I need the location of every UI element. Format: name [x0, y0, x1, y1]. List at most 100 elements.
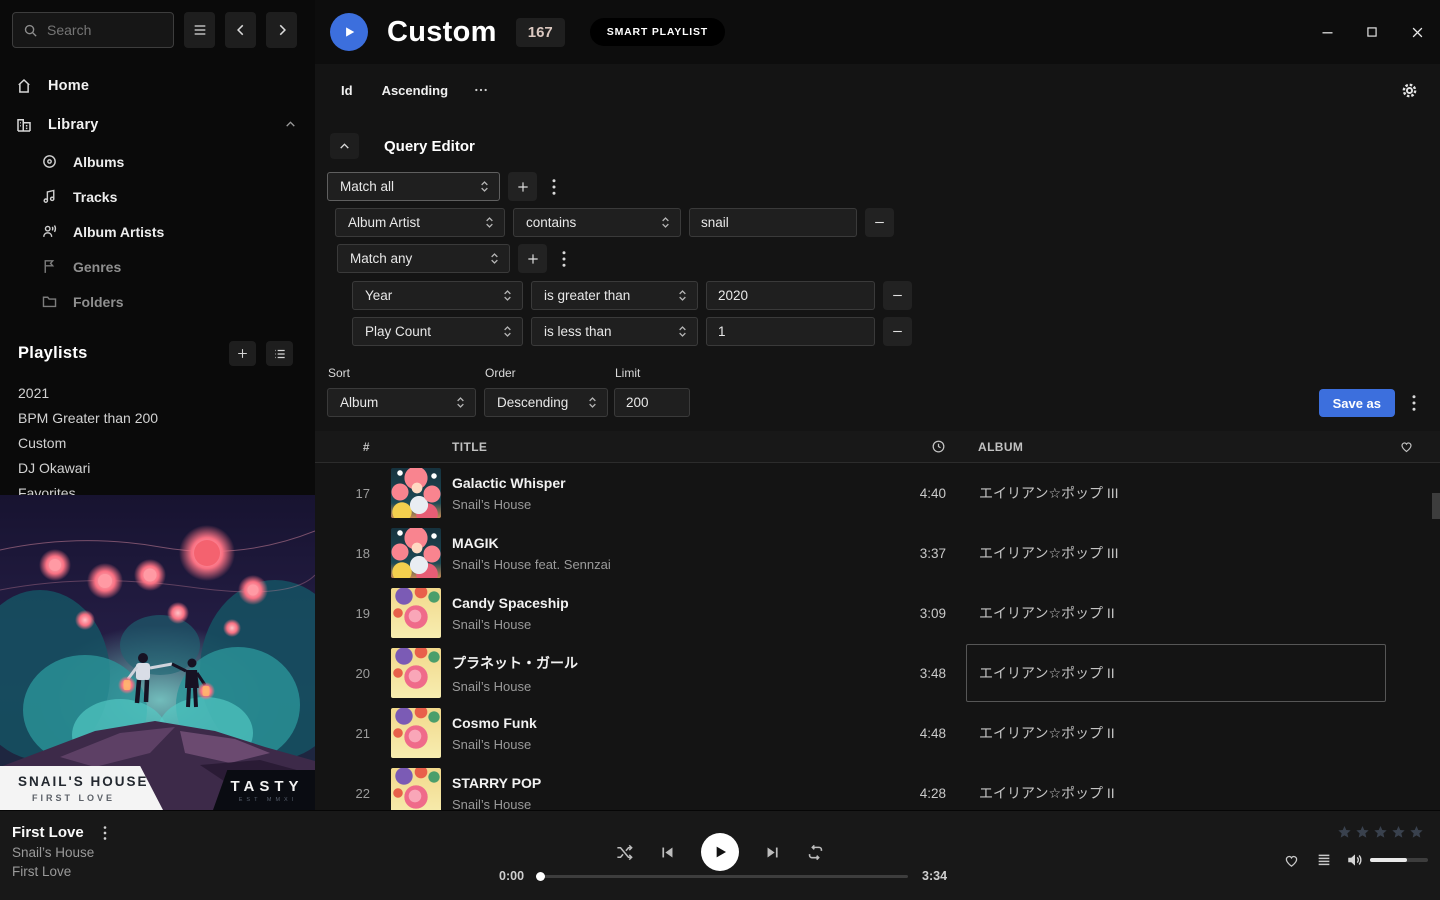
track-album[interactable]: エイリアン☆ポップ II [966, 584, 1386, 642]
rule-operator-select[interactable]: is greater than [531, 281, 698, 310]
save-options-button[interactable] [1405, 388, 1423, 417]
track-artist: Snail’s House [452, 617, 876, 632]
more-options-button[interactable] [473, 82, 489, 98]
playlist-list-button[interactable] [266, 341, 293, 366]
star-icon[interactable] [1336, 824, 1353, 841]
minimize-button[interactable] [1319, 24, 1335, 40]
sidebar-item-album-artists[interactable]: Album Artists [0, 214, 315, 249]
track-row[interactable]: 19 Candy SpaceshipSnail’s House 3:09 エイリ… [315, 583, 1440, 643]
now-playing-options-button[interactable] [96, 825, 114, 841]
query-order-select[interactable]: Descending [484, 388, 608, 417]
remove-rule-button[interactable] [883, 281, 912, 310]
track-album[interactable]: エイリアン☆ポップ III [966, 524, 1386, 582]
repeat-button[interactable] [806, 843, 825, 862]
remove-rule-button[interactable] [883, 317, 912, 346]
track-row[interactable]: 18 MAGIKSnail’s House feat. Sennzai 3:37… [315, 523, 1440, 583]
nav-back-button[interactable] [225, 12, 256, 48]
volume-button[interactable] [1346, 851, 1364, 869]
group-options-button[interactable] [555, 244, 573, 273]
nav-forward-button[interactable] [266, 12, 297, 48]
track-album[interactable]: エイリアン☆ポップ II [966, 764, 1386, 814]
star-icon[interactable] [1354, 824, 1371, 841]
rule-value-input[interactable] [706, 281, 875, 310]
column-favorite[interactable] [1386, 439, 1426, 454]
track-album-focused[interactable]: エイリアン☆ポップ II [966, 644, 1386, 702]
match-select[interactable]: Match all [327, 172, 500, 201]
add-rule-button[interactable] [518, 244, 547, 273]
favorite-button[interactable] [1283, 852, 1300, 869]
track-album[interactable]: エイリアン☆ポップ III [966, 464, 1386, 522]
match-select[interactable]: Match any [337, 244, 510, 273]
sidebar-item-albums[interactable]: Albums [0, 144, 315, 179]
time-elapsed: 0:00 [499, 869, 524, 883]
rule-operator-select[interactable]: is less than [531, 317, 698, 346]
sidebar-item-home[interactable]: Home [0, 66, 315, 105]
collapse-query-editor-button[interactable] [330, 133, 359, 159]
rule-field-select[interactable]: Album Artist [335, 208, 505, 237]
play-playlist-button[interactable] [330, 13, 368, 51]
volume-fill [1370, 858, 1407, 862]
sort-field-button[interactable]: Id [341, 83, 353, 98]
seek-thumb[interactable] [536, 872, 545, 881]
select-updown-icon [485, 216, 494, 229]
shuffle-button[interactable] [615, 843, 634, 862]
track-album-art [391, 468, 441, 518]
sidebar-item-library[interactable]: Library [0, 105, 315, 144]
rule-operator-select[interactable]: contains [513, 208, 681, 237]
track-title: MAGIK [452, 535, 876, 551]
track-row[interactable]: 21 Cosmo FunkSnail’s House 4:48 エイリアン☆ポッ… [315, 703, 1440, 763]
track-row[interactable]: 20 プラネット・ガールSnail’s House 3:48 エイリアン☆ポップ… [315, 643, 1440, 703]
cover-label-banner: TASTY EST MMXI [213, 770, 315, 810]
chevron-up-icon[interactable] [284, 118, 297, 131]
rule-field-select[interactable]: Year [352, 281, 523, 310]
previous-button[interactable] [659, 844, 676, 861]
home-icon [15, 77, 33, 95]
close-button[interactable] [1409, 24, 1425, 40]
star-icon[interactable] [1372, 824, 1389, 841]
query-limit-input[interactable] [614, 388, 690, 417]
column-duration[interactable] [876, 439, 946, 454]
track-row[interactable]: 22 STARRY POPSnail’s House 4:28 エイリアン☆ポッ… [315, 763, 1440, 814]
playlist-item[interactable]: 2021 [0, 380, 315, 405]
heart-icon [1399, 439, 1414, 454]
play-icon [342, 25, 356, 39]
add-playlist-button[interactable] [229, 341, 256, 366]
sidebar-item-folders[interactable]: Folders [0, 284, 315, 319]
playlist-item[interactable]: BPM Greater than 200 [0, 405, 315, 430]
star-icon[interactable] [1408, 824, 1425, 841]
scrollbar-thumb[interactable] [1432, 493, 1440, 519]
rule-value-input[interactable] [689, 208, 857, 237]
maximize-button[interactable] [1364, 24, 1380, 40]
column-number[interactable]: # [315, 440, 370, 454]
star-icon[interactable] [1390, 824, 1407, 841]
next-button[interactable] [764, 844, 781, 861]
group-options-button[interactable] [545, 172, 563, 201]
add-rule-button[interactable] [508, 172, 537, 201]
remove-rule-button[interactable] [865, 208, 894, 237]
select-updown-icon [456, 396, 465, 409]
settings-button[interactable] [1401, 82, 1418, 99]
sidebar-item-genres[interactable]: Genres [0, 249, 315, 284]
search-input-wrap [12, 12, 174, 48]
volume-slider[interactable] [1370, 858, 1428, 862]
search-input[interactable] [47, 22, 163, 38]
rule-field-select[interactable]: Play Count [352, 317, 523, 346]
menu-button[interactable] [184, 12, 215, 48]
track-row[interactable]: 17 Galactic WhisperSnail’s House 4:40 エイ… [315, 463, 1440, 523]
player-right-controls [1283, 851, 1428, 869]
track-album-art [391, 768, 441, 814]
query-sort-select[interactable]: Album [327, 388, 476, 417]
rule-value-input[interactable] [706, 317, 875, 346]
track-title: STARRY POP [452, 775, 876, 791]
sidebar-item-tracks[interactable]: Tracks [0, 179, 315, 214]
queue-button[interactable] [1316, 852, 1332, 868]
save-as-button[interactable]: Save as [1319, 389, 1395, 417]
column-title[interactable]: TITLE [452, 440, 876, 454]
play-pause-button[interactable] [701, 833, 739, 871]
column-album[interactable]: ALBUM [966, 440, 1386, 454]
track-album[interactable]: エイリアン☆ポップ II [966, 704, 1386, 762]
playlist-item[interactable]: DJ Okawari [0, 455, 315, 480]
playlist-item[interactable]: Custom [0, 430, 315, 455]
sort-direction-button[interactable]: Ascending [382, 83, 448, 98]
seek-bar[interactable] [538, 875, 908, 878]
